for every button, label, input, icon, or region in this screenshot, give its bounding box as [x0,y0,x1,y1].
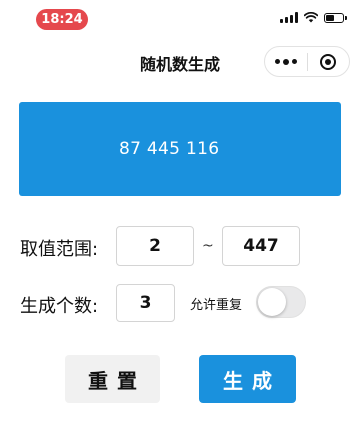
status-time: 18:24 [36,9,88,30]
result-panel: 87 445 116 [19,102,341,196]
more-dots-icon [274,58,297,65]
close-target-icon [320,53,337,70]
status-bar: 18:24 [0,0,360,34]
range-separator: ~ [202,238,214,254]
allow-repeat-switch[interactable] [256,286,306,318]
switch-knob [258,288,286,316]
system-icons [280,12,347,23]
nav-bar: 随机数生成 [0,40,360,84]
generate-button[interactable]: 生成 [199,355,296,403]
mini-program-capsule [264,46,350,77]
count-input[interactable] [116,284,175,322]
signal-icon [280,12,298,23]
range-label: 取值范围: [20,239,99,260]
result-numbers: 87 445 116 [119,139,220,159]
reset-button[interactable]: 重置 [65,355,160,403]
wifi-icon [304,12,318,23]
count-label: 生成个数: [20,296,99,317]
battery-icon [324,13,347,23]
allow-repeat-label: 允许重复 [190,298,243,313]
close-button[interactable] [308,47,350,76]
app-screen: 18:24 随机数生成 87 445 116 取值范围: 2 ~ 447 生成个… [0,0,360,424]
range-max-input[interactable] [222,226,300,266]
range-min-input[interactable] [116,226,194,266]
more-button[interactable] [265,47,307,76]
battery-level [326,15,334,21]
